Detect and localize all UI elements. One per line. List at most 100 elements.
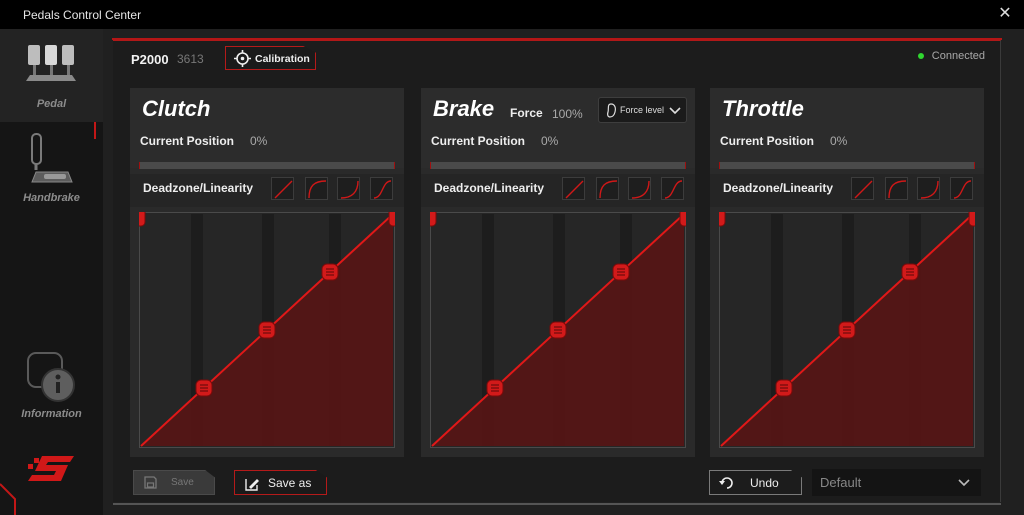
undo-button[interactable]: Undo bbox=[709, 470, 802, 495]
curve-handle[interactable] bbox=[612, 263, 630, 281]
curve-shape-icon bbox=[953, 180, 972, 199]
curve-shape-icon bbox=[854, 180, 873, 199]
curve-linear-button[interactable] bbox=[851, 177, 874, 200]
curve-handle[interactable] bbox=[195, 379, 213, 397]
preset-dropdown[interactable]: Default bbox=[812, 469, 981, 496]
curve-exp-button[interactable] bbox=[337, 177, 360, 200]
range-handle[interactable] bbox=[388, 212, 395, 227]
undo-icon bbox=[719, 477, 733, 489]
curve-handle[interactable] bbox=[486, 379, 504, 397]
curve-s-button[interactable] bbox=[370, 177, 393, 200]
curve-graph[interactable] bbox=[139, 212, 395, 448]
save-as-label: Save as bbox=[268, 476, 312, 490]
panel-title: Brake bbox=[433, 96, 495, 121]
curve-shape-icon bbox=[920, 180, 939, 199]
force-level-label: Force level bbox=[620, 105, 665, 115]
curve-shape-icon bbox=[664, 180, 683, 199]
force-label: Force bbox=[510, 106, 543, 120]
floppy-icon bbox=[144, 476, 157, 489]
curve-shape-icon bbox=[888, 180, 907, 199]
current-position-value: 0% bbox=[250, 134, 268, 148]
current-position-value: 0% bbox=[541, 134, 559, 148]
curve-handle[interactable] bbox=[321, 263, 339, 281]
save-as-button[interactable]: Save as bbox=[234, 470, 327, 495]
handbrake-icon bbox=[31, 133, 73, 183]
connection-status: Connected bbox=[931, 50, 985, 62]
curve-shape-icon bbox=[599, 180, 618, 199]
current-position-label: Current Position bbox=[431, 134, 526, 148]
pedals-icon bbox=[26, 45, 76, 81]
curve-s-button[interactable] bbox=[661, 177, 684, 200]
information-icon bbox=[27, 352, 75, 402]
current-position-label: Current Position bbox=[140, 134, 235, 148]
sidebar-item-label: Handbrake bbox=[23, 192, 80, 204]
curve-log-button[interactable] bbox=[305, 177, 328, 200]
range-handle[interactable] bbox=[139, 212, 146, 227]
curve-exp-button[interactable] bbox=[628, 177, 651, 200]
sidebar-item-label: Information bbox=[21, 408, 82, 420]
deadzone-row: Deadzone/Linearity bbox=[710, 174, 984, 207]
throttle-panel: Throttle Current Position 0% Deadzone/Li… bbox=[710, 88, 984, 457]
curve-shape-icon bbox=[631, 180, 650, 199]
range-handle[interactable] bbox=[430, 212, 437, 227]
brake-panel: Brake Force 100% Force level Current Pos… bbox=[421, 88, 695, 457]
status-indicator bbox=[918, 53, 924, 59]
deadzone-label: Deadzone/Linearity bbox=[143, 181, 254, 195]
deadzone-row: Deadzone/Linearity bbox=[130, 174, 404, 207]
range-handle[interactable] bbox=[968, 212, 975, 227]
curve-exp-button[interactable] bbox=[917, 177, 940, 200]
curve-handle[interactable] bbox=[258, 321, 276, 339]
force-level-dropdown[interactable]: Force level bbox=[598, 97, 687, 123]
save-button[interactable]: Save bbox=[133, 470, 215, 495]
position-bar bbox=[719, 162, 975, 169]
undo-label: Undo bbox=[750, 476, 779, 490]
device-serial: 3613 bbox=[177, 52, 204, 66]
calibration-label: Calibration bbox=[255, 53, 310, 65]
force-value: 100% bbox=[552, 107, 583, 121]
curve-shape-icon bbox=[308, 180, 327, 199]
curve-handle[interactable] bbox=[901, 263, 919, 281]
deadzone-row: Deadzone/Linearity bbox=[421, 174, 695, 207]
curve-handle[interactable] bbox=[775, 379, 793, 397]
curve-shape-icon bbox=[274, 180, 293, 199]
curve-handle[interactable] bbox=[549, 321, 567, 339]
sidebar-item-information[interactable]: Information bbox=[0, 345, 103, 438]
save-as-icon bbox=[245, 479, 259, 491]
save-label: Save bbox=[171, 477, 194, 488]
range-handle[interactable] bbox=[679, 212, 686, 227]
title-bar: Pedals Control Center ✕ bbox=[0, 0, 1024, 29]
current-position-label: Current Position bbox=[720, 134, 815, 148]
crosshair-icon bbox=[234, 50, 251, 67]
bottom-divider bbox=[113, 503, 1001, 505]
curve-log-button[interactable] bbox=[885, 177, 908, 200]
panel-title: Throttle bbox=[722, 96, 804, 121]
curve-graph[interactable] bbox=[719, 212, 975, 448]
curve-handle[interactable] bbox=[838, 321, 856, 339]
curve-s-button[interactable] bbox=[950, 177, 973, 200]
curve-shape-icon bbox=[373, 180, 392, 199]
position-bar bbox=[139, 162, 395, 169]
curve-shape-icon bbox=[340, 180, 359, 199]
device-model: P2000 bbox=[131, 52, 169, 67]
panel-title: Clutch bbox=[142, 96, 211, 121]
sidebar-item-handbrake[interactable]: Handbrake bbox=[0, 122, 103, 215]
current-position-value: 0% bbox=[830, 134, 848, 148]
range-handle[interactable] bbox=[719, 212, 726, 227]
curve-linear-button[interactable] bbox=[562, 177, 585, 200]
calibration-button[interactable]: Calibration bbox=[225, 46, 316, 70]
close-icon[interactable]: ✕ bbox=[996, 5, 1014, 23]
chevron-down-icon bbox=[958, 479, 970, 487]
deadzone-label: Deadzone/Linearity bbox=[434, 181, 545, 195]
sidebar-item-label: Pedal bbox=[36, 98, 67, 110]
curve-linear-button[interactable] bbox=[271, 177, 294, 200]
sidebar-item-pedal[interactable]: Pedal bbox=[0, 29, 103, 122]
curve-graph[interactable] bbox=[430, 212, 686, 448]
window-title: Pedals Control Center bbox=[23, 8, 142, 22]
curve-shape-icon bbox=[565, 180, 584, 199]
position-bar bbox=[430, 162, 686, 169]
brand-logo bbox=[28, 456, 74, 481]
preset-value: Default bbox=[820, 475, 862, 490]
clutch-panel: Clutch Current Position 0% Deadzone/Line… bbox=[130, 88, 404, 457]
deadzone-label: Deadzone/Linearity bbox=[723, 181, 834, 195]
curve-log-button[interactable] bbox=[596, 177, 619, 200]
